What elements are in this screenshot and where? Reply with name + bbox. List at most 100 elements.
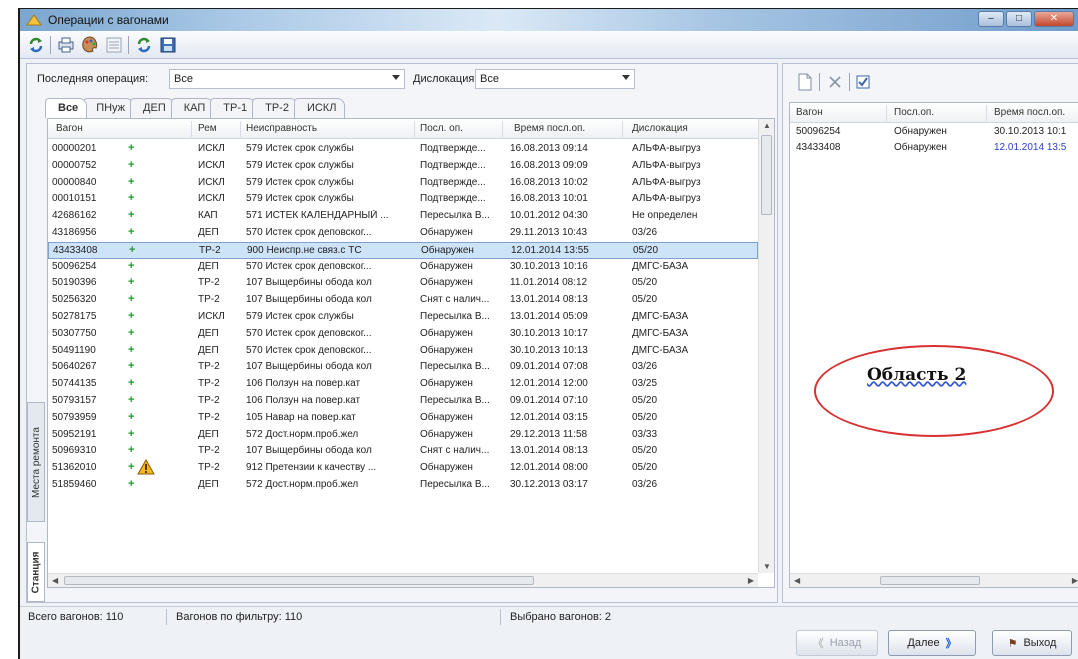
column-header[interactable]: Время посл.оп. xyxy=(514,123,585,134)
back-button-label: Назад xyxy=(829,637,862,649)
tab-all[interactable]: Все xyxy=(45,98,88,118)
vertical-scrollbar[interactable]: ▲ ▼ xyxy=(758,119,774,573)
column-divider[interactable] xyxy=(414,121,415,137)
column-header[interactable]: Неисправность xyxy=(246,123,317,134)
wagon-cell: 50640267 xyxy=(52,361,97,373)
toolbar-separator xyxy=(849,73,850,91)
wagon-cell: 50793157 xyxy=(52,395,97,406)
scroll-down-icon[interactable]: ▼ xyxy=(763,562,771,571)
column-header[interactable]: Дислокация xyxy=(632,123,688,134)
dislocation-cell: 03/26 xyxy=(632,227,658,238)
column-header[interactable]: Посл. оп. xyxy=(420,123,463,134)
refresh-button[interactable] xyxy=(26,35,46,55)
scroll-right-icon[interactable]: ▶ xyxy=(748,576,754,585)
next-button[interactable]: Далее 》 xyxy=(888,630,976,656)
table-row[interactable]: 50952191 + ДЕП 572 Дост.норм.проб.жел Обнару… xyxy=(48,427,758,444)
check-button[interactable] xyxy=(853,72,873,92)
table-row[interactable]: 50096254 + ДЕП 570 Истек срок деповског... О… xyxy=(48,259,758,276)
column-divider[interactable] xyxy=(886,105,887,121)
minimize-button[interactable]: – xyxy=(978,11,1004,27)
horizontal-scrollbar[interactable]: ◀ ▶ xyxy=(790,573,1078,587)
tab-kap[interactable]: КАП xyxy=(170,98,215,118)
table-row[interactable]: 50278175 + ИСКЛ 579 Истек срок службы Пересы… xyxy=(48,309,758,326)
new-document-button[interactable] xyxy=(795,72,815,92)
table-row[interactable]: 50793959 + ТР-2 105 Навар на повер.кат Обнар… xyxy=(48,410,758,427)
dislocation-cell: 05/20 xyxy=(632,462,658,474)
scroll-thumb[interactable] xyxy=(880,576,980,585)
scroll-left-icon[interactable]: ◀ xyxy=(794,576,800,585)
exit-button[interactable]: ⚑ Выход xyxy=(992,630,1072,656)
repair-type-cell: КАП xyxy=(198,210,218,222)
scroll-thumb[interactable] xyxy=(64,576,534,585)
scroll-right-icon[interactable]: ▶ xyxy=(1072,576,1078,585)
column-header[interactable]: Вагон xyxy=(796,107,823,118)
palette-icon xyxy=(82,36,98,53)
close-window-button[interactable]: ✕ xyxy=(1034,11,1074,27)
table-row[interactable]: 43433408 Обнаружен 12.01.2014 13:5 xyxy=(790,141,1078,157)
status-plus-icon: + xyxy=(128,461,135,474)
horizontal-scrollbar[interactable]: ◀ ▶ xyxy=(48,573,758,587)
last-operation-select[interactable]: Все xyxy=(169,69,405,89)
column-divider[interactable] xyxy=(986,105,987,121)
palette-button[interactable] xyxy=(80,35,100,55)
tab-pnuzh[interactable]: ПНуж xyxy=(83,98,135,118)
fault-cell: 570 Истек срок деповског... xyxy=(246,227,372,238)
column-header[interactable]: Время посл.оп. xyxy=(994,107,1065,118)
table-row[interactable]: 50307750 + ДЕП 570 Истек срок деповског... О… xyxy=(48,326,758,343)
column-divider[interactable] xyxy=(622,121,623,137)
maximize-button[interactable]: □ xyxy=(1006,11,1032,27)
exit-icon: ⚑ xyxy=(1007,637,1018,650)
table-row[interactable]: 50190396 + ТР-2 107 Выщербины обода кол Обна… xyxy=(48,275,758,292)
tab-tr1[interactable]: ТР-1 xyxy=(210,98,257,118)
tab-dep[interactable]: ДЕП xyxy=(130,98,175,118)
column-divider[interactable] xyxy=(240,121,241,137)
list-button[interactable] xyxy=(104,35,124,55)
sync-button[interactable] xyxy=(134,35,154,55)
scroll-left-icon[interactable]: ◀ xyxy=(52,576,58,585)
save-button[interactable] xyxy=(158,35,178,55)
tab-tr2[interactable]: ТР-2 xyxy=(252,98,298,118)
time-cell: 30.10.2013 10:13 xyxy=(510,344,588,356)
print-button[interactable] xyxy=(56,35,76,55)
table-row[interactable]: 50096254 Обнаружен 30.10.2013 10:1 xyxy=(790,125,1078,141)
side-tab-station[interactable]: Станция xyxy=(27,542,45,602)
table-row[interactable]: 00000752 + ИСКЛ 579 Истек срок службы Подтве… xyxy=(48,158,758,175)
fault-cell: 106 Ползун на повер.кат xyxy=(246,395,361,406)
dislocation-select[interactable]: Все xyxy=(475,69,635,89)
table-row[interactable]: 50640267 + ТР-2 107 Выщербины обода кол Пере… xyxy=(48,359,758,376)
last-op-cell: Подтвержде... xyxy=(420,193,486,205)
table-row[interactable]: 51859460 + ДЕП 572 Дост.норм.проб.жел Пересы… xyxy=(48,477,758,494)
wagon-cell: 50096254 xyxy=(52,260,97,272)
status-divider xyxy=(500,609,501,625)
column-header[interactable]: Посл.оп. xyxy=(894,107,934,118)
table-row[interactable]: 50256320 + ТР-2 107 Выщербины обода кол Снят… xyxy=(48,292,758,309)
side-tab-repair-places[interactable]: Места ремонта xyxy=(27,402,45,522)
last-op-cell: Пересылка В... xyxy=(420,210,490,222)
table-row[interactable]: 50969310 + ТР-2 107 Выщербины обода кол Снят… xyxy=(48,443,758,460)
scroll-thumb[interactable] xyxy=(761,135,772,215)
table-row[interactable]: 00000201 + ИСКЛ 579 Истек срок службы Подтве… xyxy=(48,141,758,158)
table-row[interactable]: 00000840 + ИСКЛ 579 Истек срок службы Подтве… xyxy=(48,175,758,192)
table-row[interactable]: 50491190 + ДЕП 570 Истек срок деповског... О… xyxy=(48,343,758,360)
back-button[interactable]: 《 Назад xyxy=(796,630,878,656)
delete-button[interactable] xyxy=(825,72,845,92)
dislocation-cell: 05/20 xyxy=(633,244,659,256)
table-row[interactable]: 43433408 + ТР-2 900 Неиспр.не связ.с ТС Обна… xyxy=(48,241,758,259)
wagon-cell: 50256320 xyxy=(52,294,97,306)
wagon-cell: 00000201 xyxy=(52,143,97,154)
table-row[interactable]: 51362010 + ТР-2 912 Претензии к качеству ..… xyxy=(48,459,758,477)
scroll-up-icon[interactable]: ▲ xyxy=(763,121,771,130)
table-row[interactable]: 50744135 + ТР-2 106 Ползун на повер.кат Обна… xyxy=(48,376,758,393)
table-row[interactable]: 42686162 + КАП 571 ИСТЕК КАЛЕНДАРНЫЙ ... Пер… xyxy=(48,208,758,225)
table-row[interactable]: 00010151 + ИСКЛ 579 Истек срок службы Подтве… xyxy=(48,191,758,208)
column-divider[interactable] xyxy=(502,121,503,137)
column-header[interactable]: Вагон xyxy=(56,123,83,134)
table-row[interactable]: 50793157 + ТР-2 106 Ползун на повер.кат Пере… xyxy=(48,393,758,410)
column-divider[interactable] xyxy=(191,121,192,137)
time-cell: 13.01.2014 08:13 xyxy=(510,294,588,306)
column-header[interactable]: Рем xyxy=(198,123,217,134)
table-row[interactable]: 43186956 + ДЕП 570 Истек срок деповског... О… xyxy=(48,225,758,242)
area-2-label: Область 2 xyxy=(867,365,967,385)
tab-iskl[interactable]: ИСКЛ xyxy=(293,98,346,118)
last-op-cell: Обнаружен xyxy=(894,142,947,153)
